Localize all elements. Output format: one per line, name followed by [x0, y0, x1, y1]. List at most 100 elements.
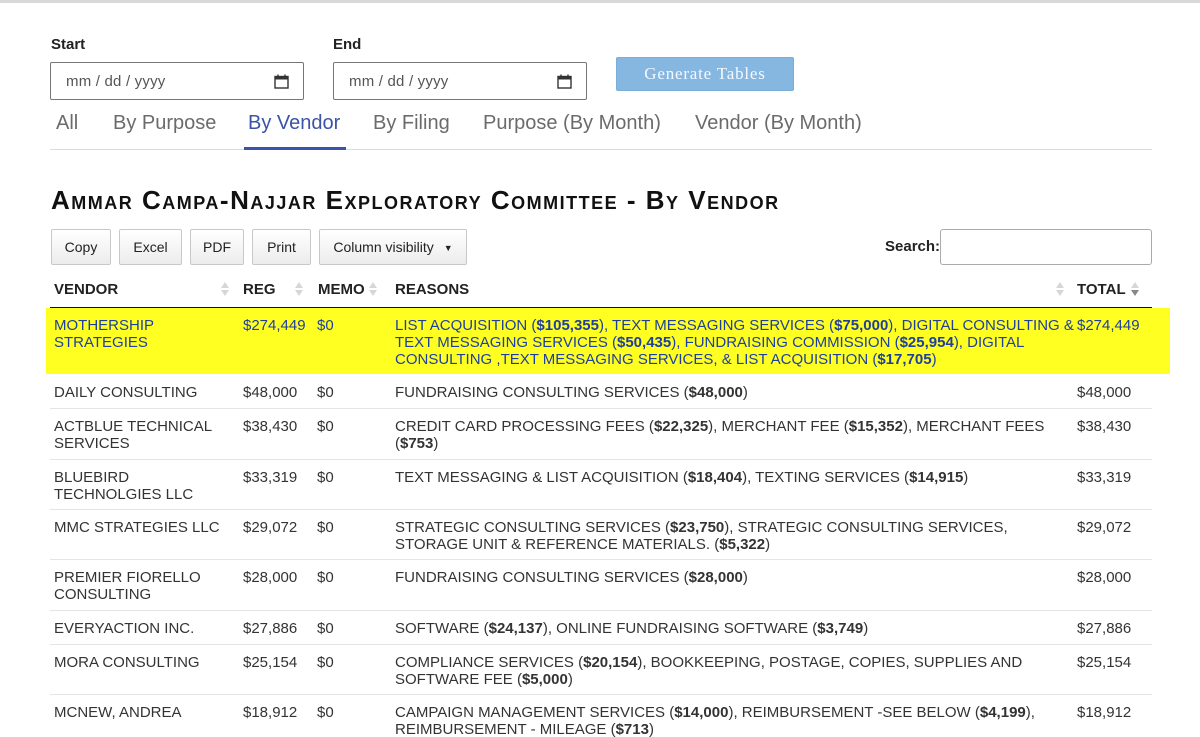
reasons-cell: FUNDRAISING CONSULTING SERVICES ($48,000…	[395, 384, 1075, 401]
total-cell: $25,154	[1077, 654, 1132, 671]
tab-by-vendor[interactable]: By Vendor	[248, 112, 340, 135]
memo-cell: $0	[317, 317, 334, 334]
excel-button[interactable]: Excel	[119, 229, 182, 265]
calendar-icon[interactable]	[274, 74, 289, 89]
table-row: EVERYACTION INC. $27,886 $0 SOFTWARE ($2…	[50, 611, 1152, 645]
reasons-cell: SOFTWARE ($24,137), ONLINE FUNDRAISING S…	[395, 620, 1075, 637]
reason-text: )	[742, 384, 748, 401]
reason-amount: $3,749	[817, 620, 864, 637]
reason-amount: $75,000	[834, 317, 889, 334]
reason-text: LIST ACQUISITION (	[395, 317, 537, 334]
end-date-placeholder: mm / dd / yyyy	[349, 73, 449, 90]
vendor-cell: MCNEW, ANDREA	[54, 704, 182, 721]
table-row: ACTBLUE TECHNICAL SERVICES $38,430 $0 CR…	[50, 409, 1152, 460]
reason-text: )	[648, 721, 654, 737]
total-cell: $33,319	[1077, 469, 1132, 486]
search-input[interactable]	[940, 229, 1152, 265]
sort-icon[interactable]	[1056, 281, 1064, 297]
total-cell: $27,886	[1077, 620, 1132, 637]
start-date-input[interactable]: mm / dd / yyyy	[50, 62, 304, 100]
memo-cell: $0	[317, 569, 334, 586]
tab-vendor-by-month[interactable]: Vendor (By Month)	[695, 112, 862, 135]
tab-purpose-by-month[interactable]: Purpose (By Month)	[483, 112, 661, 135]
tab-by-filing[interactable]: By Filing	[373, 112, 450, 135]
table-row: DAILY CONSULTING $48,000 $0 FUNDRAISING …	[50, 375, 1152, 409]
memo-cell: $0	[317, 654, 334, 671]
reason-amount: $25,954	[899, 334, 954, 351]
reasons-cell: LIST ACQUISITION ($105,355), TEXT MESSAG…	[395, 317, 1079, 368]
reason-text: )	[765, 536, 771, 553]
reason-amount: $20,154	[583, 654, 638, 671]
reason-text: ), REIMBURSEMENT -SEE BELOW (	[728, 704, 980, 721]
header-memo[interactable]: MEMO	[318, 281, 365, 298]
reason-amount: $22,325	[653, 418, 709, 435]
reasons-cell: STRATEGIC CONSULTING SERVICES ($23,750),…	[395, 519, 1075, 553]
end-date-input[interactable]: mm / dd / yyyy	[333, 62, 587, 100]
reason-amount: $17,705	[877, 351, 932, 368]
calendar-icon[interactable]	[557, 74, 572, 89]
sort-desc-icon[interactable]	[1131, 281, 1139, 297]
reasons-cell: CREDIT CARD PROCESSING FEES ($22,325), M…	[395, 418, 1075, 452]
header-total[interactable]: TOTAL	[1077, 281, 1126, 298]
reason-text: )	[433, 435, 439, 452]
memo-cell: $0	[317, 620, 334, 637]
total-cell: $28,000	[1077, 569, 1132, 586]
reason-amount: $28,000	[688, 569, 743, 586]
reason-amount: $713	[615, 721, 649, 737]
sort-icon[interactable]	[221, 281, 229, 297]
reasons-cell: CAMPAIGN MANAGEMENT SERVICES ($14,000), …	[395, 704, 1075, 737]
tab-all[interactable]: All	[56, 112, 78, 135]
memo-cell: $0	[317, 384, 334, 401]
sort-icon[interactable]	[369, 281, 377, 297]
copy-button[interactable]: Copy	[51, 229, 111, 265]
table-row: MMC STRATEGIES LLC $29,072 $0 STRATEGIC …	[50, 510, 1152, 560]
reasons-cell: TEXT MESSAGING & LIST ACQUISITION ($18,4…	[395, 469, 1075, 486]
reason-text: COMPLIANCE SERVICES (	[395, 654, 584, 671]
top-border	[0, 0, 1200, 3]
reason-text: STRATEGIC CONSULTING SERVICES (	[395, 519, 671, 536]
reason-text: )	[742, 569, 748, 586]
vendor-cell: EVERYACTION INC.	[54, 620, 195, 637]
reason-text: )	[931, 351, 937, 368]
reason-amount: $48,000	[688, 384, 743, 401]
header-reg[interactable]: REG	[243, 281, 276, 298]
reason-text: ), ONLINE FUNDRAISING SOFTWARE (	[542, 620, 818, 637]
tab-by-purpose[interactable]: By Purpose	[113, 112, 216, 135]
vendor-cell: MORA CONSULTING	[54, 654, 200, 671]
column-visibility-button[interactable]: Column visibility ▼	[319, 229, 467, 265]
reason-text: FUNDRAISING CONSULTING SERVICES (	[395, 384, 689, 401]
reg-cell: $33,319	[243, 469, 298, 486]
reason-text: ), TEXT MESSAGING SERVICES (	[599, 317, 835, 334]
search-label: Search:	[885, 238, 941, 255]
reason-amount: $14,000	[674, 704, 729, 721]
reason-amount: $50,435	[617, 334, 672, 351]
total-cell: $274,449	[1077, 317, 1140, 334]
end-date-label: End	[333, 36, 362, 53]
table-row: MORA CONSULTING $25,154 $0 COMPLIANCE SE…	[50, 645, 1152, 695]
reason-text: TEXT MESSAGING & LIST ACQUISITION (	[395, 469, 688, 486]
total-cell: $48,000	[1077, 384, 1132, 401]
total-cell: $38,430	[1077, 418, 1132, 435]
start-date-placeholder: mm / dd / yyyy	[66, 73, 166, 90]
reg-cell: $18,912	[243, 704, 298, 721]
active-tab-indicator	[244, 147, 346, 150]
memo-cell: $0	[317, 418, 334, 435]
sort-icon[interactable]	[295, 281, 303, 297]
reason-text: ), TEXTING SERVICES (	[742, 469, 910, 486]
header-vendor[interactable]: VENDOR	[54, 281, 118, 298]
page-title: Ammar Campa-Najjar Exploratory Committee…	[51, 185, 780, 215]
generate-tables-button[interactable]: Generate Tables	[616, 57, 794, 91]
reason-amount: $105,355	[536, 317, 599, 334]
pdf-button[interactable]: PDF	[190, 229, 244, 265]
reason-text: CREDIT CARD PROCESSING FEES (	[395, 418, 654, 435]
reg-cell: $27,886	[243, 620, 298, 637]
reason-text: )	[963, 469, 969, 486]
header-reasons[interactable]: REASONS	[395, 281, 469, 298]
print-button[interactable]: Print	[252, 229, 311, 265]
reason-amount: $15,352	[848, 418, 903, 435]
view-tabs: All By Purpose By Vendor By Filing Purpo…	[50, 110, 1152, 150]
table-row: MCNEW, ANDREA $18,912 $0 CAMPAIGN MANAGE…	[50, 695, 1152, 737]
table-row: BLUEBIRD TECHNOLGIES LLC $33,319 $0 TEXT…	[50, 460, 1152, 510]
reason-amount: $14,915	[909, 469, 964, 486]
vendor-cell: PREMIER FIORELLO CONSULTING	[54, 569, 201, 603]
